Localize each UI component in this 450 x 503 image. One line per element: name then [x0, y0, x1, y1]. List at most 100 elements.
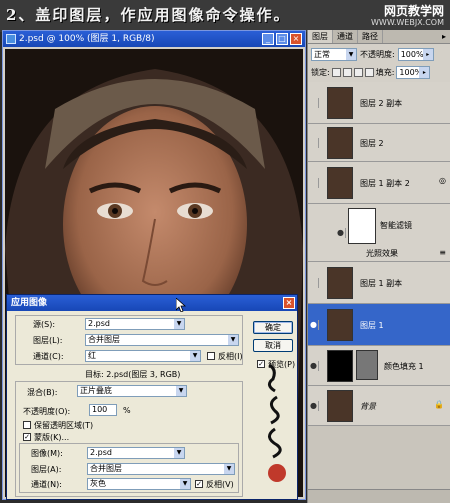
layer-row[interactable]: 图层 1 副本 2 ◎	[308, 162, 450, 204]
watermark-url: WWW.WEBJX.COM	[371, 18, 444, 27]
layer-label: 图层(L):	[33, 336, 63, 345]
chevron-right-icon: ▸	[422, 48, 433, 60]
panel-menu-icon[interactable]: ▸	[438, 30, 450, 43]
filter-options-icon[interactable]: ≡	[439, 248, 446, 257]
tab-channels[interactable]: 通道	[333, 30, 358, 43]
layer-row[interactable]: ● 颜色填充 1	[308, 346, 450, 386]
source-value: 2.psd	[88, 319, 110, 328]
blend-value: 正片叠底	[80, 386, 112, 395]
fill-input[interactable]: 100% ▸	[396, 65, 431, 79]
lock-transparency-icon[interactable]	[331, 67, 341, 77]
document-title-bar[interactable]: 2.psd @ 100% (图层 1, RGB/8) _ □ ×	[3, 31, 305, 47]
lock-all-icon[interactable]	[364, 67, 374, 77]
visibility-toggle[interactable]: ●	[309, 360, 319, 371]
tab-paths[interactable]: 路径	[358, 30, 383, 43]
layer-name: 图层 1	[360, 320, 384, 330]
dialog-title-bar[interactable]: 应用图像 ×	[7, 295, 297, 311]
mask-checkbox[interactable]: ✓	[23, 433, 31, 441]
visibility-toggle[interactable]	[309, 177, 319, 188]
close-icon[interactable]: ×	[290, 33, 302, 45]
layer-row[interactable]: 图层 2 副本	[308, 82, 450, 124]
target-text: 目标: 2.psd(图层 3, RGB)	[85, 370, 181, 379]
watermark-title: 网页教学网	[383, 4, 444, 18]
tutorial-step-title: 2、盖印图层，作应用图像命令操作。	[6, 6, 291, 24]
ok-button[interactable]: 确定	[253, 321, 293, 334]
layer-row-selected[interactable]: ● 图层 1	[308, 304, 450, 346]
layer-list: 图层 2 副本 图层 2 图层 1 副本 2 ◎ ● 智能滤镜 光照效果 ≡ 图…	[308, 82, 450, 489]
fill-layer-thumbnail	[327, 349, 353, 382]
invert-label: 反相(I)	[218, 352, 243, 361]
blend-select[interactable]: 正片叠底 ▼	[77, 385, 187, 397]
preserve-transparency-label: 保留透明区域(T)	[34, 421, 94, 430]
layer-row[interactable]: ● 背景 🔒	[308, 386, 450, 426]
tab-layers[interactable]: 图层	[308, 30, 333, 43]
mask-label: 蒙版(K)...	[34, 433, 70, 442]
mask-layer-select[interactable]: 合并图层 ▼	[87, 463, 235, 475]
layer-thumbnail	[327, 126, 353, 159]
source-label: 源(S):	[33, 320, 56, 329]
document-title: 2.psd @ 100% (图层 1, RGB/8)	[19, 34, 155, 44]
image-label: 图像(M):	[31, 449, 63, 458]
lock-move-icon[interactable]	[353, 67, 363, 77]
smart-filter-row[interactable]: ● 智能滤镜 光照效果 ≡	[308, 204, 450, 262]
blend-mode-value: 正常	[314, 49, 330, 59]
mouse-cursor-icon	[176, 298, 186, 312]
opacity-unit: %	[123, 406, 131, 415]
layer-row[interactable]: 图层 1 副本	[308, 262, 450, 304]
filter-mask-thumbnail	[348, 208, 376, 244]
close-icon[interactable]: ×	[283, 297, 295, 309]
visibility-toggle[interactable]: ●	[309, 400, 319, 411]
smart-object-icon: ◎	[439, 176, 446, 185]
minimize-icon[interactable]: _	[262, 33, 274, 45]
chevron-down-icon: ▼	[174, 448, 184, 458]
channel-label: 通道(C):	[33, 352, 64, 361]
chevron-down-icon: ▼	[174, 319, 184, 329]
layer-thumbnail	[327, 266, 353, 299]
layer-name: 图层 1 副本	[360, 278, 403, 288]
lighting-effect-label: 光照效果	[366, 249, 398, 258]
visibility-toggle[interactable]	[309, 277, 319, 288]
chevron-right-icon: ▸	[419, 66, 430, 78]
layer-row[interactable]: 图层 2	[308, 124, 450, 162]
blend-label: 混合(B):	[27, 388, 58, 397]
chevron-down-icon: ▼	[180, 479, 190, 489]
layers-panel: 图层 通道 路径 ▸ 正常 ▼ 不透明度: 100% ▸ 锁定: 填充: 100…	[307, 30, 450, 503]
visibility-toggle[interactable]: ●	[309, 319, 319, 330]
layer-mask-thumbnail	[356, 350, 378, 380]
layer-select[interactable]: 合并图层 ▼	[85, 334, 239, 346]
mask-channel-select[interactable]: 灰色 ▼	[87, 478, 191, 490]
mask-channel-value: 灰色	[90, 479, 106, 488]
visibility-toggle[interactable]	[309, 97, 319, 108]
opacity-input[interactable]: 100	[89, 404, 117, 416]
channel-select[interactable]: 红 ▼	[85, 350, 201, 362]
visibility-toggle[interactable]	[309, 137, 319, 148]
panel-tabs: 图层 通道 路径 ▸	[308, 30, 450, 44]
lock-paint-icon[interactable]	[342, 67, 352, 77]
layer-thumbnail	[327, 86, 353, 119]
mask-channel-label: 通道(N):	[31, 480, 62, 489]
blend-mode-select[interactable]: 正常 ▼	[311, 47, 357, 61]
source-select[interactable]: 2.psd ▼	[85, 318, 185, 330]
mask-image-select[interactable]: 2.psd ▼	[87, 447, 185, 459]
mask-invert-checkbox[interactable]: ✓	[195, 480, 203, 488]
layer-thumbnail	[327, 308, 353, 341]
opacity-input[interactable]: 100% ▸	[397, 47, 434, 61]
visibility-toggle[interactable]: ●	[336, 227, 346, 238]
mask-layer-label: 图层(A):	[31, 465, 62, 474]
layer-name: 图层 1 副本 2	[360, 178, 410, 188]
opacity-value: 100	[92, 405, 108, 414]
invert-checkbox[interactable]	[207, 352, 215, 360]
layer-value: 合并图层	[88, 335, 120, 344]
opacity-label: 不透明度:	[360, 49, 395, 59]
photoshop-icon	[6, 34, 16, 44]
lock-icon: 🔒	[434, 400, 444, 409]
maximize-icon[interactable]: □	[276, 33, 288, 45]
cancel-button[interactable]: 取消	[253, 339, 293, 352]
opacity-label: 不透明度(O):	[23, 407, 71, 416]
layers-panel-toolbar	[308, 489, 450, 503]
chevron-down-icon: ▼	[224, 464, 234, 474]
mask-image-value: 2.psd	[90, 448, 112, 457]
layer-name: 图层 2 副本	[360, 98, 403, 108]
preserve-transparency-checkbox[interactable]	[23, 421, 31, 429]
title-banner: 2、盖印图层，作应用图像命令操作。 网页教学网 WWW.WEBJX.COM	[0, 0, 450, 32]
